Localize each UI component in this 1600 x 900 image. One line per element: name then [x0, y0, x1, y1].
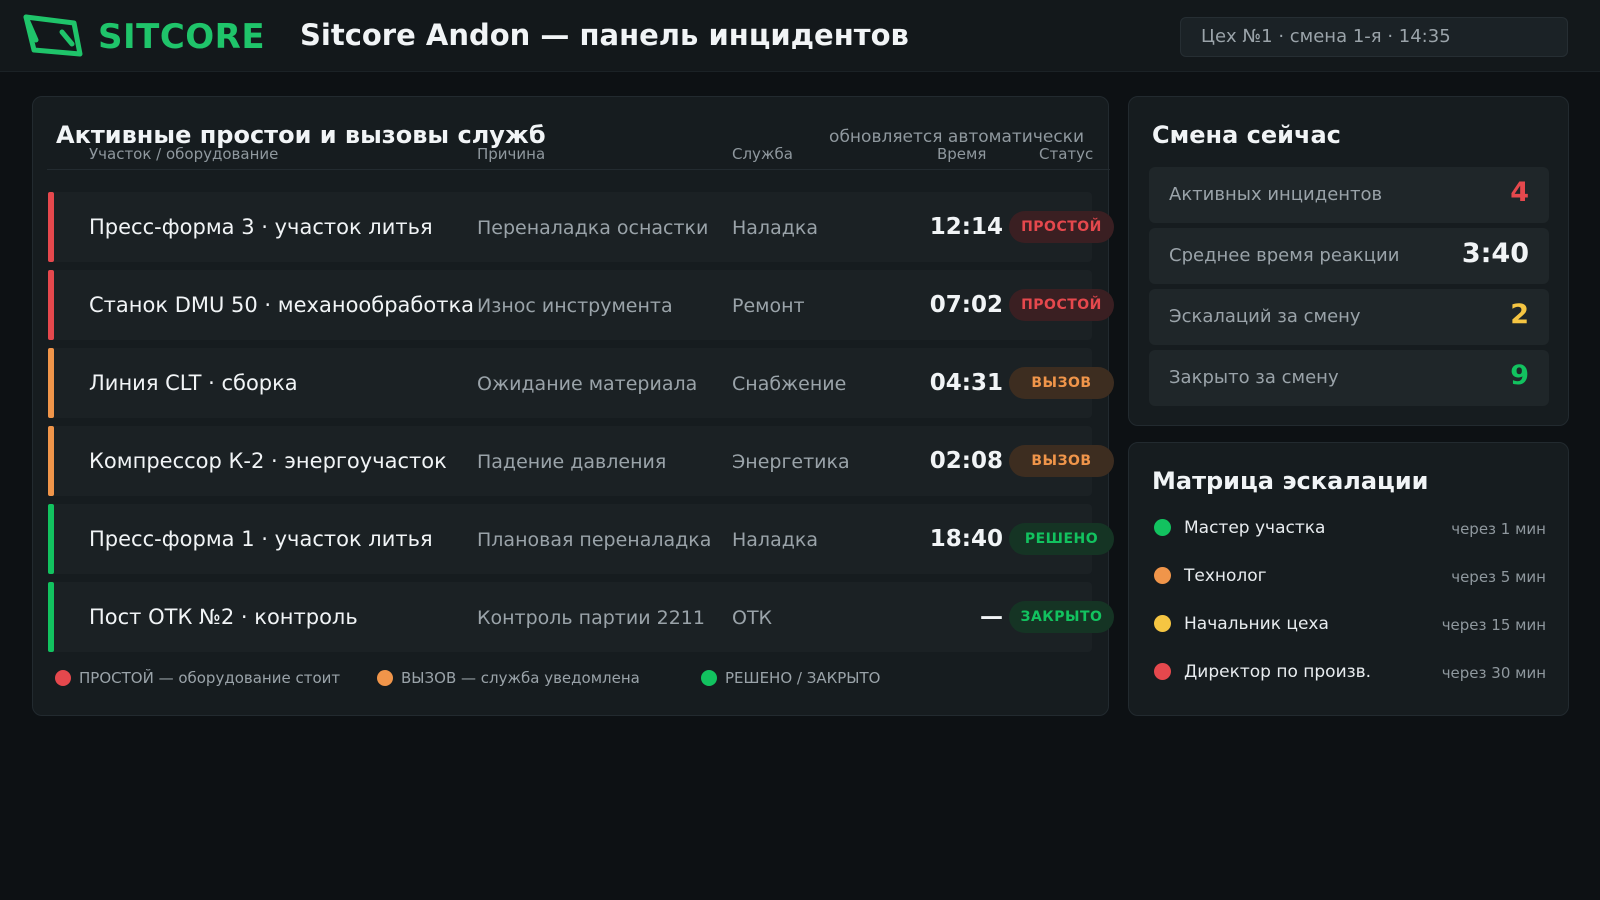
incident-row[interactable]: Станок DMU 50 · механообработка Износ инс…: [48, 270, 1114, 340]
status-stripe: [48, 504, 54, 574]
stat-label: Среднее время реакции: [1169, 245, 1400, 266]
green-dot-icon: [701, 670, 717, 686]
escalation-level: Директор по произв. через 30 мин: [1154, 660, 1546, 684]
status-stripe: [48, 426, 54, 496]
column-header-equipment[interactable]: Участок / оборудование: [89, 145, 278, 163]
incident-cause: Контроль партии 2211: [477, 607, 705, 629]
incident-cause: Износ инструмента: [477, 295, 673, 317]
shift-now-title: Смена сейчас: [1152, 121, 1341, 149]
elapsed-time: 04:31: [929, 370, 1003, 396]
escalation-role: Начальник цеха: [1184, 614, 1329, 634]
stat-label: Закрыто за смену: [1169, 367, 1339, 388]
escalation-matrix-panel: Матрица эскалации Мастер участка через 1 …: [1128, 442, 1569, 716]
legend-downtime: ПРОСТОЙ — оборудование стоит: [55, 669, 340, 687]
equipment-name: Пост ОТК №2 · контроль: [89, 605, 358, 629]
service-name: ОТК: [732, 607, 773, 629]
legend-resolved-label: РЕШЕНО / ЗАКРЫТО: [725, 669, 881, 687]
escalation-role: Директор по произв.: [1184, 662, 1372, 682]
status-stripe: [48, 348, 54, 418]
stat-active-incidents: Активных инцидентов 4: [1149, 167, 1549, 223]
auto-update-note: обновляется автоматически: [829, 127, 1084, 147]
stat-label: Активных инцидентов: [1169, 184, 1383, 205]
level-dot-icon: [1154, 567, 1171, 584]
escalation-title: Матрица эскалации: [1152, 467, 1429, 495]
elapsed-time: 07:02: [929, 292, 1003, 318]
incident-cause: Переналадка оснастки: [477, 217, 709, 239]
equipment-name: Линия CLT · сборка: [89, 371, 298, 395]
elapsed-time: —: [980, 604, 1003, 630]
stat-label: Эскалаций за смену: [1169, 306, 1361, 327]
stat-avg-response: Среднее время реакции 3:40: [1149, 228, 1549, 284]
escalation-delay: через 5 мин: [1451, 568, 1546, 586]
escalation-level: Технолог через 5 мин: [1154, 564, 1546, 588]
legend-downtime-label: ПРОСТОЙ — оборудование стоит: [79, 669, 341, 687]
status-badge: ВЫЗОВ: [1009, 367, 1114, 399]
level-dot-icon: [1154, 615, 1171, 632]
incident-cause: Падение давления: [477, 451, 667, 473]
incident-cause: Ожидание материала: [477, 373, 698, 395]
brand-logo[interactable]: SITCORE: [22, 14, 265, 60]
elapsed-time: 12:14: [929, 214, 1003, 240]
service-name: Наладка: [732, 217, 818, 239]
red-dot-icon: [55, 670, 71, 686]
incidents-panel: Активные простои и вызовы служб обновляе…: [32, 96, 1114, 716]
incident-row[interactable]: Компрессор К-2 · энергоучасток Падение да…: [48, 426, 1114, 496]
equipment-name: Станок DMU 50 · механообработка: [89, 293, 475, 317]
status-stripe: [48, 582, 54, 652]
level-dot-icon: [1154, 663, 1171, 680]
equipment-name: Пресс-форма 1 · участок литья: [89, 527, 433, 551]
legend-resolved: РЕШЕНО / ЗАКРЫТО: [701, 669, 881, 687]
service-name: Энергетика: [732, 451, 850, 473]
orange-dot-icon: [377, 670, 393, 686]
column-header-service[interactable]: Служба: [732, 145, 793, 163]
column-header-cause[interactable]: Причина: [477, 145, 545, 163]
status-badge: ВЫЗОВ: [1009, 445, 1114, 477]
escalation-delay: через 1 мин: [1451, 520, 1546, 538]
stat-value: 2: [1510, 299, 1529, 330]
escalation-role: Мастер участка: [1184, 518, 1326, 538]
escalation-delay: через 15 мин: [1441, 616, 1546, 634]
column-header-status[interactable]: Статус: [1039, 145, 1093, 163]
status-badge: ПРОСТОЙ: [1009, 289, 1114, 321]
logo-text: SITCORE: [98, 17, 266, 57]
legend-call: ВЫЗОВ — служба уведомлена: [377, 669, 640, 687]
column-header-time[interactable]: Время: [937, 145, 986, 163]
service-name: Наладка: [732, 529, 818, 551]
page-title: Sitcore Andon — панель инцидентов: [300, 18, 909, 52]
service-name: Снабжение: [732, 373, 847, 395]
service-name: Ремонт: [732, 295, 805, 317]
incident-row[interactable]: Пресс-форма 1 · участок литья Плановая пе…: [48, 504, 1114, 574]
status-badge: ЗАКРЫТО: [1009, 601, 1114, 633]
level-dot-icon: [1154, 519, 1171, 536]
equipment-name: Пресс-форма 3 · участок литья: [89, 215, 433, 239]
elapsed-time: 02:08: [929, 448, 1003, 474]
elapsed-time: 18:40: [929, 526, 1003, 552]
escalation-level: Начальник цеха через 15 мин: [1154, 612, 1546, 636]
stat-value: 4: [1510, 177, 1529, 208]
incident-row[interactable]: Пост ОТК №2 · контроль Контроль партии 22…: [48, 582, 1114, 652]
legend-call-label: ВЫЗОВ — служба уведомлена: [401, 669, 640, 687]
header-divider: [47, 169, 1110, 170]
status-badge: РЕШЕНО: [1009, 523, 1114, 555]
incident-row[interactable]: Пресс-форма 3 · участок литья Переналадка…: [48, 192, 1114, 262]
stat-escalations: Эскалаций за смену 2: [1149, 289, 1549, 345]
stat-value: 9: [1510, 360, 1529, 391]
logo-mark-icon: [23, 14, 83, 57]
shift-now-panel: Смена сейчас Активных инцидентов 4 Среднее…: [1128, 96, 1569, 426]
top-header: SITCORE Sitcore Andon — панель инциденто…: [0, 0, 1600, 72]
incident-cause: Плановая переналадка: [477, 529, 712, 551]
shift-info-badge: Цех №1 · смена 1-я · 14:35: [1180, 17, 1568, 57]
equipment-name: Компрессор К-2 · энергоучасток: [89, 449, 447, 473]
status-stripe: [48, 192, 54, 262]
escalation-delay: через 30 мин: [1441, 664, 1546, 682]
status-stripe: [48, 270, 54, 340]
status-badge: ПРОСТОЙ: [1009, 211, 1114, 243]
escalation-role: Технолог: [1184, 566, 1267, 586]
stat-value: 3:40: [1461, 238, 1529, 269]
stat-closed: Закрыто за смену 9: [1149, 350, 1549, 406]
escalation-level: Мастер участка через 1 мин: [1154, 516, 1546, 540]
incident-row[interactable]: Линия CLT · сборка Ожидание материала Снаб…: [48, 348, 1114, 418]
